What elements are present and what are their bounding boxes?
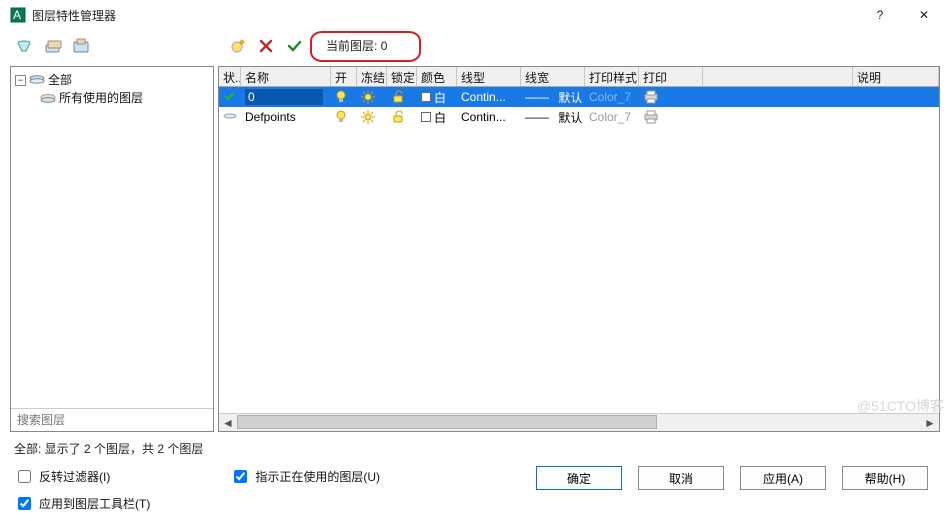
filter-tree-panel: − 全部 所有使用的图层 bbox=[10, 66, 214, 432]
col-plotstyle[interactable]: 打印样式 bbox=[585, 67, 639, 86]
new-layer-icon[interactable] bbox=[228, 36, 248, 56]
scroll-thumb[interactable] bbox=[237, 415, 657, 429]
svg-text:A: A bbox=[13, 8, 21, 22]
lineweight-cell[interactable]: —— 默认 bbox=[521, 109, 585, 126]
bulb-on-icon[interactable] bbox=[335, 90, 347, 104]
col-freeze[interactable]: 冻结 bbox=[357, 67, 387, 86]
unlock-icon[interactable] bbox=[391, 110, 405, 124]
sun-icon[interactable] bbox=[361, 110, 375, 124]
dialog-buttons: 确定 取消 应用(A) 帮助(H) bbox=[536, 466, 928, 490]
table-row[interactable]: Defpoints 白 Contin... —— 默认 Color_7 bbox=[219, 107, 939, 127]
col-spacer bbox=[703, 67, 853, 86]
status-line: 全部: 显示了 2 个图层，共 2 个图层 bbox=[0, 434, 950, 463]
layer-grid: 状.. 名称 开 冻结 锁定 颜色 线型 线宽 打印样式 打印 说明 白 Con… bbox=[218, 66, 940, 432]
delete-layer-icon[interactable] bbox=[256, 36, 276, 56]
table-row[interactable]: 白 Contin... —— 默认 Color_7 bbox=[219, 87, 939, 107]
scroll-left-icon[interactable]: ◄ bbox=[219, 414, 237, 432]
set-current-icon[interactable] bbox=[284, 36, 304, 56]
window-title: 图层特性管理器 bbox=[32, 7, 858, 24]
scroll-right-icon[interactable]: ► bbox=[921, 414, 939, 432]
collapse-icon[interactable]: − bbox=[15, 75, 26, 86]
plotstyle-cell: Color_7 bbox=[585, 110, 639, 124]
tree-node-used[interactable]: 所有使用的图层 bbox=[13, 89, 211, 107]
grid-body[interactable]: 白 Contin... —— 默认 Color_7 Defpoints 白 Co… bbox=[219, 87, 939, 413]
apply-toolbar-checkbox[interactable]: 应用到图层工具栏(T) bbox=[14, 494, 150, 513]
layer-state-icon bbox=[223, 110, 237, 124]
col-lineweight[interactable]: 线宽 bbox=[521, 67, 585, 86]
lineweight-cell[interactable]: —— 默认 bbox=[521, 89, 585, 106]
filter-tree[interactable]: − 全部 所有使用的图层 bbox=[11, 67, 213, 408]
search-input[interactable] bbox=[11, 409, 213, 431]
invert-filter-checkbox[interactable]: 反转过滤器(I) bbox=[14, 467, 150, 486]
tree-label: 所有使用的图层 bbox=[59, 89, 143, 107]
bulb-on-icon[interactable] bbox=[335, 110, 347, 124]
search-box[interactable] bbox=[11, 408, 213, 431]
new-filter-icon[interactable] bbox=[16, 36, 36, 56]
ok-button[interactable]: 确定 bbox=[536, 466, 622, 490]
apply-button[interactable]: 应用(A) bbox=[740, 466, 826, 490]
current-check-icon bbox=[223, 90, 235, 105]
printer-icon[interactable] bbox=[643, 110, 659, 124]
app-icon: A bbox=[10, 7, 26, 23]
layer-states-icon[interactable] bbox=[72, 36, 92, 56]
cancel-button[interactable]: 取消 bbox=[638, 466, 724, 490]
col-name[interactable]: 名称 bbox=[241, 67, 331, 86]
col-linetype[interactable]: 线型 bbox=[457, 67, 521, 86]
layer-name-input[interactable] bbox=[245, 89, 323, 105]
layers-stack-icon bbox=[28, 73, 46, 87]
color-swatch[interactable] bbox=[421, 112, 431, 122]
unlock-icon[interactable] bbox=[391, 90, 405, 104]
col-plot[interactable]: 打印 bbox=[639, 67, 703, 86]
help-button[interactable]: ? bbox=[858, 0, 902, 30]
color-swatch[interactable] bbox=[421, 92, 431, 102]
col-on[interactable]: 开 bbox=[331, 67, 357, 86]
col-state[interactable]: 状.. bbox=[219, 67, 241, 86]
grid-header[interactable]: 状.. 名称 开 冻结 锁定 颜色 线型 线宽 打印样式 打印 说明 bbox=[219, 67, 939, 87]
tree-label: 全部 bbox=[48, 71, 72, 89]
indicate-used-checkbox[interactable]: 指示正在使用的图层(U) bbox=[230, 467, 380, 486]
horizontal-scrollbar[interactable]: ◄ ► bbox=[219, 413, 939, 431]
toolbar: 当前图层: 0 bbox=[0, 30, 950, 62]
plotstyle-cell: Color_7 bbox=[585, 90, 639, 104]
sun-icon[interactable] bbox=[361, 90, 375, 104]
layers-used-icon bbox=[39, 91, 57, 105]
help-button-bottom[interactable]: 帮助(H) bbox=[842, 466, 928, 490]
current-layer-indicator: 当前图层: 0 bbox=[318, 35, 413, 58]
linetype-cell[interactable]: Contin... bbox=[457, 90, 521, 104]
titlebar: A 图层特性管理器 ? ✕ bbox=[0, 0, 950, 30]
layer-name-cell[interactable]: Defpoints bbox=[241, 110, 331, 124]
col-color[interactable]: 颜色 bbox=[417, 67, 457, 86]
close-button[interactable]: ✕ bbox=[902, 0, 946, 30]
col-lock[interactable]: 锁定 bbox=[387, 67, 417, 86]
tree-node-all[interactable]: − 全部 bbox=[13, 71, 211, 89]
col-desc[interactable]: 说明 bbox=[853, 67, 939, 86]
linetype-cell[interactable]: Contin... bbox=[457, 110, 521, 124]
printer-icon[interactable] bbox=[643, 90, 659, 104]
new-group-filter-icon[interactable] bbox=[44, 36, 64, 56]
